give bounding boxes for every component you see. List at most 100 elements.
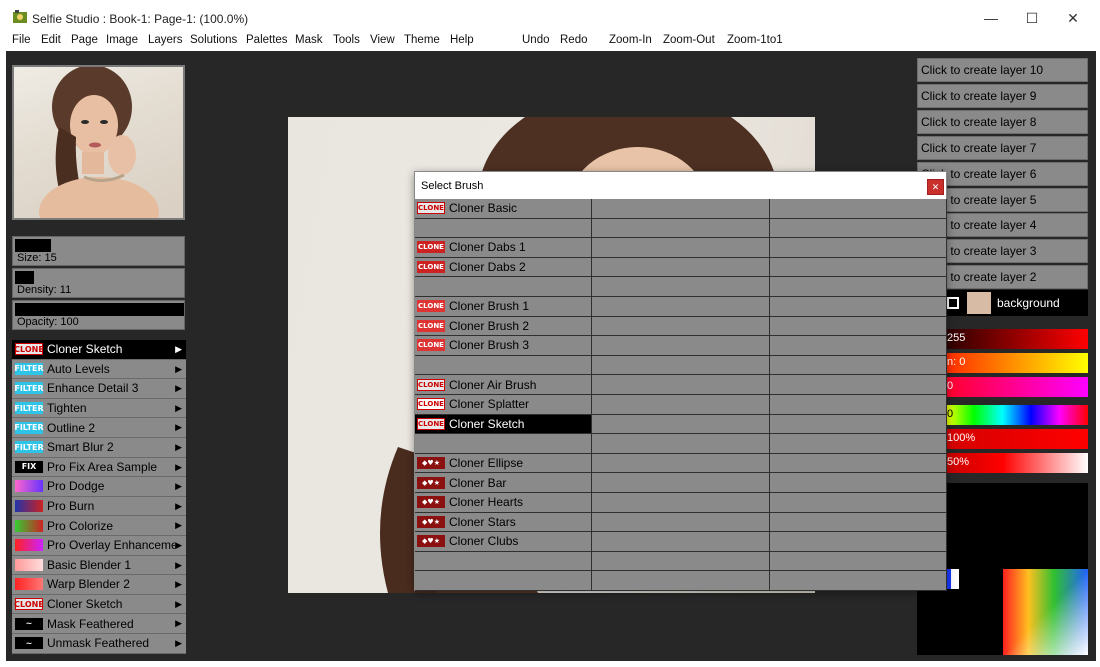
brush-grid-cell[interactable]: [770, 453, 947, 473]
brush-grid-cell[interactable]: [592, 571, 770, 590]
brush-grid-cell[interactable]: [770, 512, 947, 532]
brush-list-item[interactable]: CLONE Cloner Sketch ▶: [12, 594, 186, 615]
zoom-in-action[interactable]: Zoom-In: [609, 34, 652, 46]
submenu-arrow-icon[interactable]: ▶: [175, 579, 182, 590]
brush-grid-cell[interactable]: [770, 199, 947, 218]
brush-option[interactable]: CLONE Cloner Air Brush: [415, 375, 592, 394]
submenu-arrow-icon[interactable]: ▶: [175, 599, 182, 610]
create-layer-button[interactable]: Click to create layer 8: [917, 109, 1088, 134]
brush-grid-cell[interactable]: [415, 434, 592, 453]
create-layer-button[interactable]: Click to create layer 9: [917, 83, 1088, 108]
brush-grid-cell[interactable]: [770, 375, 947, 394]
brush-grid-cell[interactable]: [415, 355, 592, 375]
brush-list-item[interactable]: Pro Colorize ▶: [12, 516, 186, 536]
brush-list-item[interactable]: Pro Dodge ▶: [12, 477, 186, 497]
brush-grid-cell[interactable]: [592, 414, 770, 434]
submenu-arrow-icon[interactable]: ▶: [175, 442, 182, 453]
brush-list-item[interactable]: FILTER Enhance Detail 3 ▶: [12, 379, 186, 399]
brush-grid-cell[interactable]: [592, 375, 770, 394]
submenu-arrow-icon[interactable]: ▶: [175, 638, 182, 649]
menu-palettes[interactable]: Palettes: [246, 34, 288, 46]
brush-grid-cell[interactable]: [592, 395, 770, 414]
opacity-slider[interactable]: Opacity: 100: [12, 300, 185, 330]
brush-grid-cell[interactable]: [770, 257, 947, 277]
zoom-1to1-action[interactable]: Zoom-1to1: [727, 34, 783, 46]
brush-option[interactable]: CLONE Cloner Dabs 1: [415, 238, 592, 257]
brush-option[interactable]: CLONE Cloner Basic: [415, 199, 592, 218]
brush-grid-cell[interactable]: [770, 277, 947, 296]
brush-grid-cell[interactable]: [592, 316, 770, 336]
brush-grid-cell[interactable]: [592, 238, 770, 257]
brush-grid-cell[interactable]: [415, 571, 592, 590]
brush-list-item[interactable]: Pro Burn ▶: [12, 496, 186, 517]
brush-grid-cell[interactable]: [592, 277, 770, 296]
brush-grid-cell[interactable]: [770, 571, 947, 590]
brush-option[interactable]: ◆♥★ Cloner Clubs: [415, 532, 592, 551]
menu-image[interactable]: Image: [106, 34, 138, 46]
brush-list-item[interactable]: FILTER Auto Levels ▶: [12, 359, 186, 380]
density-slider[interactable]: Density: 11: [12, 268, 185, 298]
size-slider[interactable]: Size: 15: [12, 236, 185, 266]
submenu-arrow-icon[interactable]: ▶: [175, 364, 182, 375]
brush-list-item[interactable]: Basic Blender 1 ▶: [12, 555, 186, 576]
brush-grid-cell[interactable]: [592, 473, 770, 492]
brush-grid-cell[interactable]: [770, 316, 947, 336]
brush-grid-cell[interactable]: [770, 238, 947, 257]
brush-option[interactable]: ◆♥★ Cloner Stars: [415, 512, 592, 532]
brush-option[interactable]: ◆♥★ Cloner Ellipse: [415, 453, 592, 473]
menu-mask[interactable]: Mask: [295, 34, 322, 46]
menu-view[interactable]: View: [370, 34, 395, 46]
submenu-arrow-icon[interactable]: ▶: [175, 481, 182, 492]
brush-option[interactable]: CLONE Cloner Brush 1: [415, 297, 592, 316]
brush-grid-cell[interactable]: [592, 336, 770, 355]
redo-action[interactable]: Redo: [560, 34, 588, 46]
brush-option[interactable]: CLONE Cloner Brush 2: [415, 316, 592, 336]
brush-grid-cell[interactable]: [770, 551, 947, 571]
brush-grid-cell[interactable]: [592, 453, 770, 473]
menu-solutions[interactable]: Solutions: [190, 34, 237, 46]
brush-grid-cell[interactable]: [592, 512, 770, 532]
close-window-button[interactable]: ✕: [1050, 4, 1096, 32]
brush-grid-cell[interactable]: [592, 532, 770, 551]
minimize-button[interactable]: —: [968, 4, 1014, 32]
brush-option[interactable]: ◆♥★ Cloner Hearts: [415, 493, 592, 512]
menu-file[interactable]: File: [12, 34, 31, 46]
brush-grid-cell[interactable]: [770, 532, 947, 551]
brush-grid-cell[interactable]: [770, 434, 947, 453]
brush-option[interactable]: CLONE Cloner Dabs 2: [415, 257, 592, 277]
brush-list-item[interactable]: Warp Blender 2 ▶: [12, 575, 186, 595]
brush-grid-cell[interactable]: [592, 297, 770, 316]
brush-grid-cell[interactable]: [415, 277, 592, 296]
brush-grid-cell[interactable]: [770, 336, 947, 355]
brush-list-item[interactable]: ~ Mask Feathered ▶: [12, 614, 186, 634]
brush-list-item[interactable]: ~ Unmask Feathered ▶: [12, 633, 186, 654]
menu-edit[interactable]: Edit: [41, 34, 61, 46]
brush-grid-cell[interactable]: [415, 218, 592, 238]
brush-grid-cell[interactable]: [770, 297, 947, 316]
brush-grid-cell[interactable]: [592, 493, 770, 512]
brush-grid-cell[interactable]: [592, 355, 770, 375]
menu-page[interactable]: Page: [71, 34, 98, 46]
submenu-arrow-icon[interactable]: ▶: [175, 618, 182, 629]
submenu-arrow-icon[interactable]: ▶: [175, 344, 182, 355]
brush-grid-cell[interactable]: [770, 473, 947, 492]
brush-grid-cell[interactable]: [770, 395, 947, 414]
brush-grid-cell[interactable]: [770, 414, 947, 434]
submenu-arrow-icon[interactable]: ▶: [175, 560, 182, 571]
undo-action[interactable]: Undo: [522, 34, 550, 46]
submenu-arrow-icon[interactable]: ▶: [175, 520, 182, 531]
brush-grid-cell[interactable]: [592, 199, 770, 218]
brush-grid-cell[interactable]: [592, 551, 770, 571]
brush-list-item[interactable]: FILTER Smart Blur 2 ▶: [12, 437, 186, 458]
brush-list-item[interactable]: Pro Overlay Enhancement ▶: [12, 535, 186, 556]
dialog-close-button[interactable]: ✕: [927, 179, 944, 195]
submenu-arrow-icon[interactable]: ▶: [175, 501, 182, 512]
maximize-button[interactable]: ☐: [1009, 4, 1055, 32]
create-layer-button[interactable]: Click to create layer 10: [917, 58, 1088, 82]
brush-grid-cell[interactable]: [770, 355, 947, 375]
brush-list-item[interactable]: CLONE Cloner Sketch ▶: [12, 340, 186, 360]
brush-grid-cell[interactable]: [592, 218, 770, 238]
submenu-arrow-icon[interactable]: ▶: [175, 383, 182, 394]
menu-help[interactable]: Help: [450, 34, 474, 46]
brush-option[interactable]: CLONE Cloner Brush 3: [415, 336, 592, 355]
